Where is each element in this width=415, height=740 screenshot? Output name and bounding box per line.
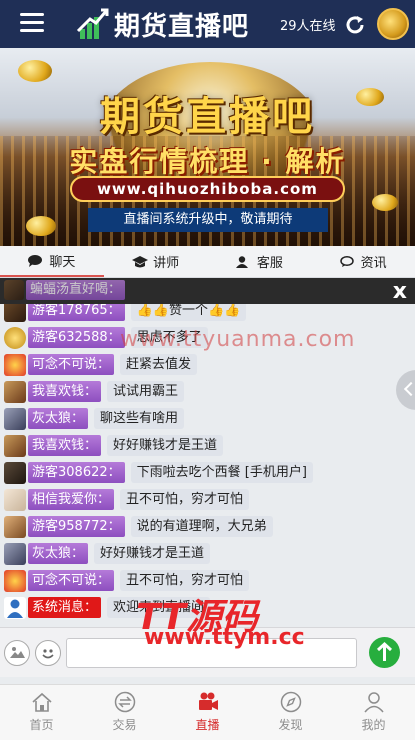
tab-news[interactable]: 资讯	[311, 246, 415, 277]
sender-name[interactable]: 可念不可说：	[28, 570, 115, 591]
sender-name[interactable]: 游客632588：	[28, 327, 125, 348]
message-text: 下雨啦去吃个西餐 [手机用户]	[130, 462, 313, 483]
logo-text: 期货直播吧	[114, 11, 250, 42]
chat-icon	[28, 254, 43, 267]
sender-name[interactable]: 我喜欢钱：	[28, 435, 102, 456]
avatar	[4, 542, 26, 565]
image-icon[interactable]	[4, 640, 30, 666]
sender-name[interactable]: 灰太狼：	[28, 543, 89, 564]
promo-banner[interactable]: 期货直播吧 实盘行情梳理 · 解析 www.qihuozhiboba.com 直…	[0, 48, 415, 246]
sender-name[interactable]: 系统消息：	[28, 597, 102, 618]
chat-message: 可念不可说： 赶紧去值发	[4, 353, 198, 376]
chat-message: 我喜欢钱： 试试用霸王	[4, 380, 185, 403]
tab-support[interactable]: 客服	[208, 246, 312, 277]
arrow-up-icon	[376, 641, 393, 661]
sender-name[interactable]: 游客308622：	[28, 462, 125, 483]
coin-graphic	[372, 194, 398, 211]
brand-watermark-url: www.ttym.cc	[144, 625, 305, 650]
avatar	[4, 407, 26, 430]
send-button[interactable]	[369, 637, 400, 668]
sender-name[interactable]: 游客958772：	[28, 516, 125, 537]
chat-message: 灰太狼： 聊这些有啥用	[4, 407, 185, 430]
coin-graphic	[26, 216, 56, 236]
nav-home[interactable]: 首页	[0, 685, 83, 740]
watermark-text: www.ttyuanma.com	[120, 327, 356, 352]
logo-chart-icon	[76, 7, 110, 41]
message-text: 说的有道理啊，大兄弟	[130, 516, 273, 537]
chat-message: 灰太狼： 好好赚钱才是王道	[4, 542, 211, 565]
announcement-row: 蝙蝠汤直好喝：	[4, 280, 126, 300]
avatar	[4, 488, 26, 511]
announcement-bar: 蝙蝠汤直好喝： x	[0, 278, 415, 304]
bottom-nav: 首页 交易 直播 发现 我的	[0, 684, 415, 740]
chat-message: 我喜欢钱： 好好赚钱才是王道	[4, 434, 224, 457]
room-tabs: 聊天 讲师 客服 资讯	[0, 246, 415, 278]
announcement-text: 蝙蝠汤直好喝：	[26, 280, 126, 300]
nav-label: 我的	[361, 718, 386, 732]
chat-message: 游客958772： 说的有道理啊，大兄弟	[4, 515, 273, 538]
logo: 期货直播吧	[76, 6, 249, 42]
close-icon[interactable]: x	[393, 279, 407, 304]
refresh-icon[interactable]	[343, 13, 367, 37]
compass-icon	[280, 691, 301, 713]
chat-message: 相信我爱你： 丑不可怕，穷才可怕	[4, 488, 250, 511]
nav-label: 发现	[278, 718, 303, 732]
sender-name[interactable]: 我喜欢钱：	[28, 381, 102, 402]
message-text: 赶紧去值发	[120, 354, 198, 375]
tab-lecturer[interactable]: 讲师	[104, 246, 208, 277]
nav-mine[interactable]: 我的	[332, 685, 415, 740]
comment-icon	[339, 255, 354, 268]
nav-trade[interactable]: 交易	[83, 685, 166, 740]
sender-name[interactable]: 相信我爱你：	[28, 489, 115, 510]
video-camera-icon	[198, 692, 218, 710]
message-text: 试试用霸王	[107, 381, 185, 402]
message-text: 丑不可怕，穷才可怕	[120, 489, 250, 510]
tab-label: 客服	[256, 256, 283, 271]
online-count: 29人在线	[280, 19, 336, 34]
sender-name[interactable]: 可念不可说：	[28, 354, 115, 375]
tab-label: 资讯	[360, 256, 387, 271]
tab-label: 聊天	[49, 255, 76, 270]
menu-icon[interactable]	[20, 13, 44, 33]
chat-message: 游客308622： 下雨啦去吃个西餐 [手机用户]	[4, 461, 313, 484]
banner-url: www.qihuozhiboba.com	[70, 176, 345, 202]
nav-discover[interactable]: 发现	[249, 685, 332, 740]
user-avatar[interactable]	[377, 8, 409, 40]
user-icon	[235, 255, 250, 268]
message-text: 好好赚钱才是王道	[107, 435, 224, 456]
banner-title: 期货直播吧	[100, 94, 315, 140]
message-text: 聊这些有啥用	[94, 408, 185, 429]
system-avatar-icon	[4, 596, 26, 619]
sender-name[interactable]: 灰太狼：	[28, 408, 89, 429]
nav-label: 首页	[29, 718, 54, 732]
banner-subtitle: 实盘行情梳理 · 解析	[69, 145, 346, 178]
avatar	[4, 380, 26, 403]
avatar	[4, 280, 24, 300]
avatar	[4, 515, 26, 538]
avatar	[4, 461, 26, 484]
emoji-icon[interactable]	[35, 640, 61, 666]
avatar	[4, 326, 26, 349]
exchange-icon	[114, 691, 135, 713]
tab-label: 讲师	[153, 256, 180, 271]
message-text: 好好赚钱才是王道	[94, 543, 211, 564]
graduation-cap-icon	[132, 255, 149, 268]
nav-label: 交易	[112, 718, 137, 732]
avatar	[4, 353, 26, 376]
avatar	[4, 434, 26, 457]
coin-graphic	[18, 60, 52, 82]
nav-label: 直播	[195, 718, 220, 732]
person-icon	[363, 692, 384, 713]
top-header: 期货直播吧 29人在线	[0, 0, 415, 48]
avatar	[4, 569, 26, 592]
tab-chat[interactable]: 聊天	[0, 246, 104, 277]
banner-notice: 直播间系统升级中，敬请期待	[88, 208, 328, 232]
home-icon	[31, 692, 52, 712]
nav-live[interactable]: 直播	[166, 685, 249, 740]
